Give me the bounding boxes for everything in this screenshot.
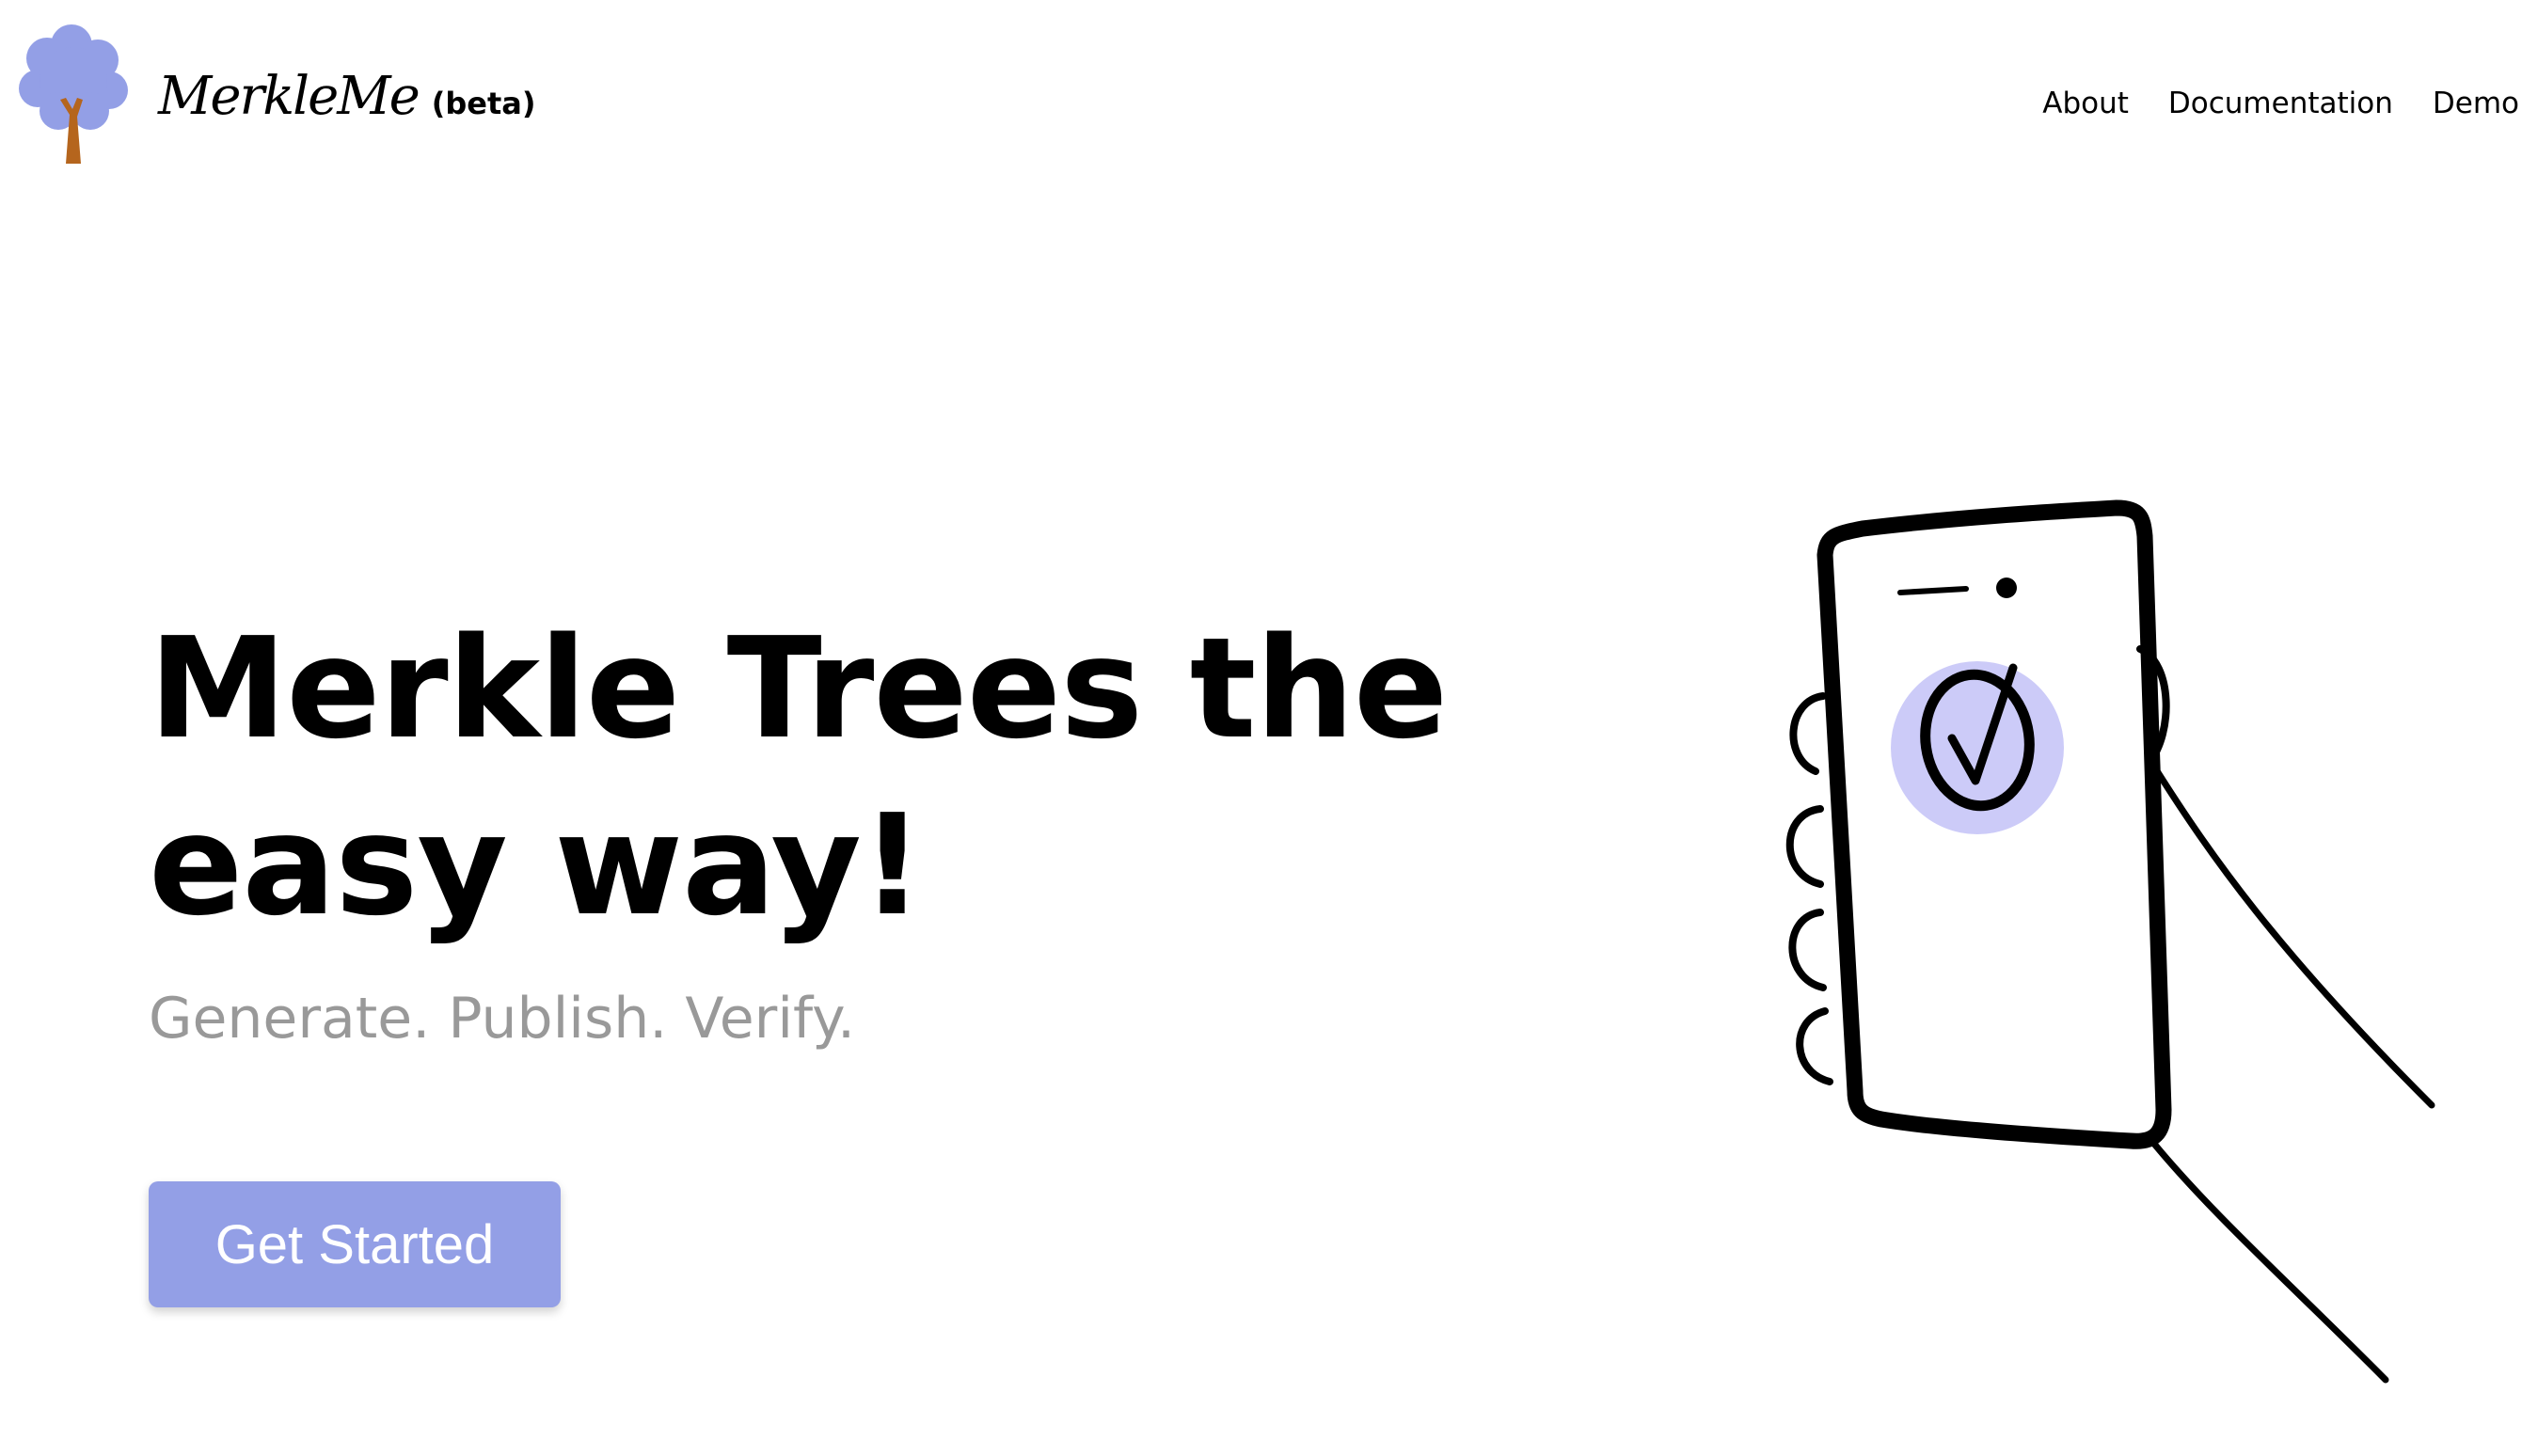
hand-holding-phone-checkmark-icon	[1785, 499, 2435, 1384]
main-nav: About Documentation Demo	[2042, 87, 2519, 120]
hero-subtitle: Generate. Publish. Verify.	[149, 986, 856, 1052]
get-started-button[interactable]: Get Started	[149, 1181, 561, 1307]
tree-icon[interactable]	[19, 24, 130, 164]
nav-link-demo[interactable]: Demo	[2433, 87, 2519, 120]
nav-link-documentation[interactable]: Documentation	[2168, 87, 2393, 120]
beta-tag: (beta)	[431, 86, 536, 121]
nav-link-about[interactable]: About	[2042, 87, 2129, 120]
site-header: MerkleMe (beta) About Documentation Demo	[0, 0, 2538, 216]
brand-name: MerkleMe	[158, 66, 420, 127]
brand[interactable]: MerkleMe (beta)	[158, 66, 535, 127]
hero-title: Merkle Trees the easy way!	[149, 608, 1448, 946]
